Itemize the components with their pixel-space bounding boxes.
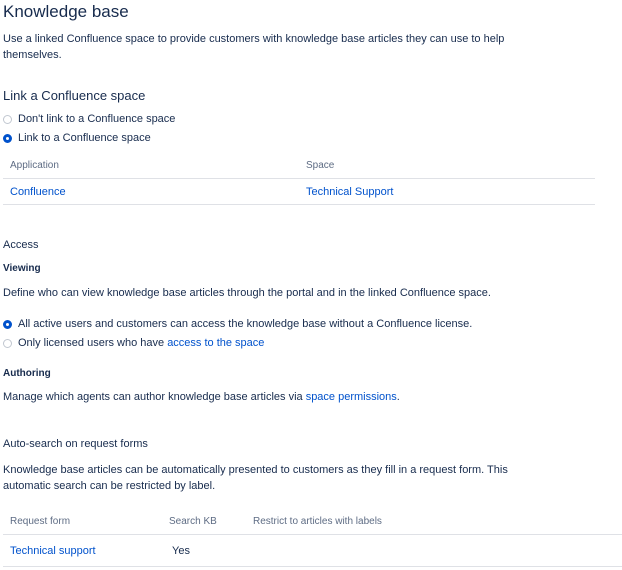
page-description: Use a linked Confluence space to provide… (3, 33, 505, 61)
column-header-request-form: Request form (10, 516, 71, 527)
space-permissions-link[interactable]: space permissions (306, 391, 397, 403)
column-header-search-kb: Search KB (169, 516, 217, 527)
viewing-subheading: Viewing (3, 263, 41, 274)
authoring-description: Manage which agents can author knowledge… (3, 391, 400, 403)
authoring-text: Manage which agents can author knowledge… (3, 391, 306, 403)
radio-licensed-users-label[interactable]: Only licensed users who have access to t… (18, 337, 264, 349)
radio-all-users[interactable] (3, 320, 12, 329)
column-header-restrict-labels: Restrict to articles with labels (253, 516, 382, 527)
column-header-application: Application (10, 160, 59, 171)
request-form-link-technical-support[interactable]: Technical support (10, 545, 96, 557)
request-table-header-divider (3, 534, 622, 535)
request-table-row-divider (3, 566, 622, 567)
radio-licensed-users[interactable] (3, 339, 12, 348)
authoring-suffix: . (396, 391, 400, 403)
access-heading: Access (3, 239, 39, 251)
access-to-space-link[interactable]: access to the space (167, 337, 264, 349)
radio-link-space[interactable] (3, 134, 12, 143)
autosearch-description: Knowledge base articles can be automatic… (3, 464, 508, 492)
search-kb-value: Yes (172, 545, 190, 557)
viewing-description: Define who can view knowledge base artic… (3, 287, 491, 299)
page-title: Knowledge base (3, 2, 129, 21)
radio-dont-link-label[interactable]: Don't link to a Confluence space (18, 113, 175, 125)
autosearch-heading: Auto-search on request forms (3, 438, 148, 450)
space-link-technical-support[interactable]: Technical Support (306, 186, 393, 198)
radio-link-space-label[interactable]: Link to a Confluence space (18, 132, 151, 144)
application-link-confluence[interactable]: Confluence (10, 186, 66, 198)
radio-all-users-label[interactable]: All active users and customers can acces… (18, 318, 472, 330)
link-section-heading: Link a Confluence space (3, 88, 146, 103)
column-header-space: Space (306, 160, 335, 171)
radio-dont-link[interactable] (3, 115, 12, 124)
authoring-subheading: Authoring (3, 368, 51, 379)
table-row-divider (3, 204, 595, 205)
table-header-divider (3, 178, 595, 179)
licensed-users-text: Only licensed users who have (18, 337, 168, 349)
